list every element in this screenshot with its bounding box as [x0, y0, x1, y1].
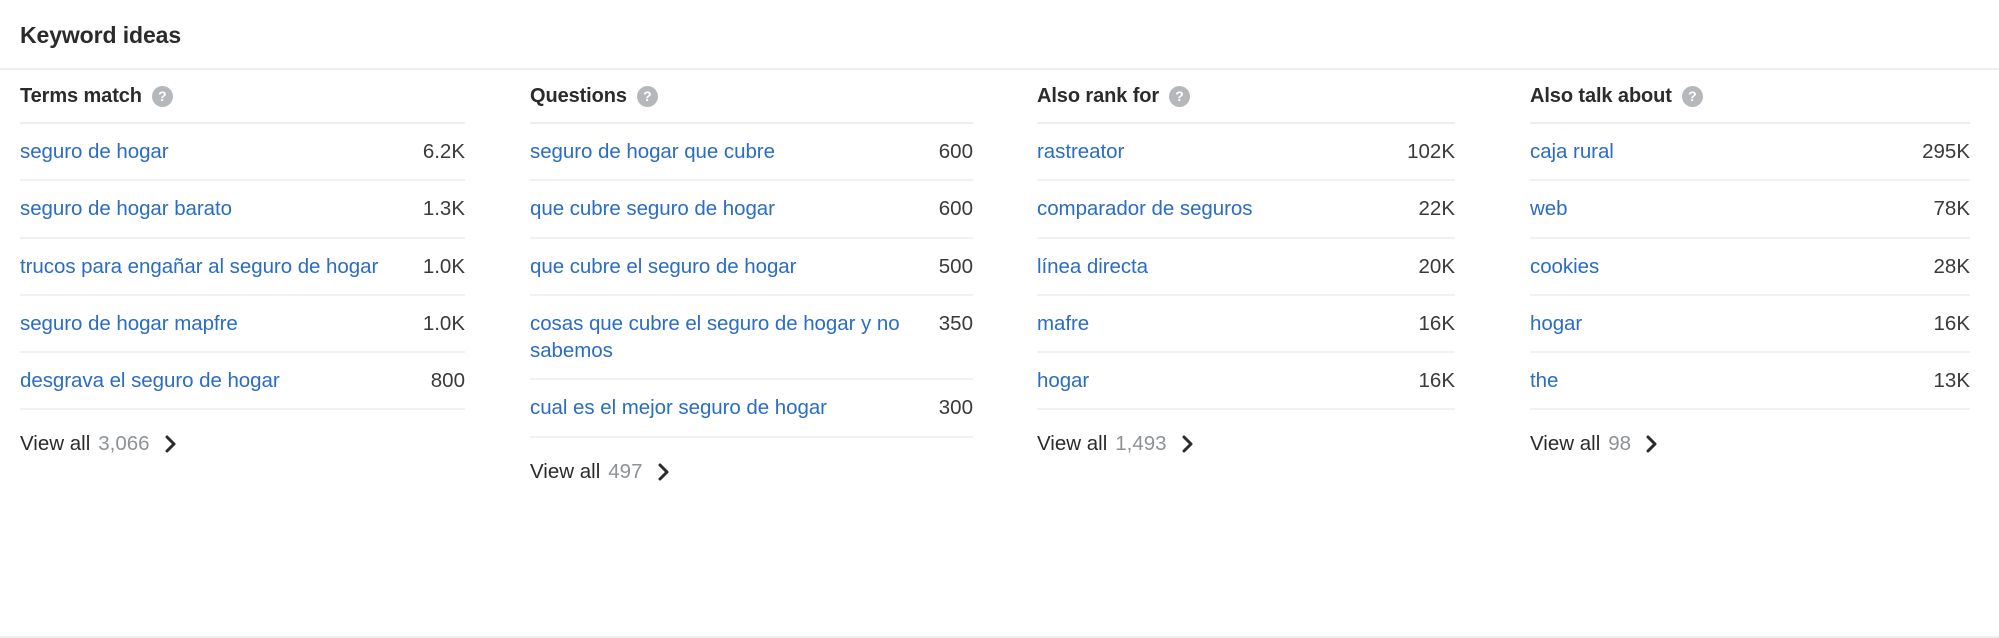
table-row[interactable]: seguro de hogar barato 1.3K	[20, 181, 465, 238]
chevron-right-icon	[1645, 435, 1659, 453]
keyword-link[interactable]: que cubre seguro de hogar	[530, 195, 939, 222]
keyword-volume: 28K	[1934, 253, 1970, 280]
view-all-link-terms-match[interactable]: View all 3,066	[20, 432, 178, 456]
keyword-volume: 78K	[1934, 195, 1970, 222]
keyword-link[interactable]: seguro de hogar barato	[20, 195, 423, 222]
keyword-volume: 16K	[1934, 310, 1970, 337]
table-row[interactable]: cual es el mejor seguro de hogar 300	[530, 380, 973, 437]
help-icon-glyph: ?	[1688, 89, 1697, 103]
column-also-talk-about: Also talk about ? caja rural 295K web 78…	[1500, 70, 1999, 484]
keyword-volume: 1.0K	[423, 310, 465, 337]
help-icon-glyph: ?	[643, 89, 652, 103]
view-all-count: 1,493	[1115, 432, 1166, 456]
table-row[interactable]: seguro de hogar mapfre 1.0K	[20, 296, 465, 353]
keyword-link[interactable]: que cubre el seguro de hogar	[530, 253, 939, 280]
keyword-volume: 800	[431, 367, 465, 394]
keyword-volume: 600	[939, 195, 973, 222]
keyword-link[interactable]: cosas que cubre el seguro de hogar y no …	[530, 310, 939, 365]
view-all-link-also-rank-for[interactable]: View all 1,493	[1037, 432, 1195, 456]
table-row[interactable]: web 78K	[1530, 181, 1970, 238]
view-all-count: 98	[1608, 432, 1631, 456]
keyword-link[interactable]: seguro de hogar	[20, 138, 423, 165]
view-all-label: View all	[530, 460, 600, 484]
keyword-link[interactable]: rastreator	[1037, 138, 1407, 165]
table-row[interactable]: seguro de hogar 6.2K	[20, 124, 465, 181]
table-row[interactable]: desgrava el seguro de hogar 800	[20, 353, 465, 410]
view-all-label: View all	[20, 432, 90, 456]
keyword-volume: 22K	[1419, 195, 1455, 222]
keyword-link[interactable]: mafre	[1037, 310, 1419, 337]
table-row[interactable]: seguro de hogar que cubre 600	[530, 124, 973, 181]
view-all-label: View all	[1037, 432, 1107, 456]
keyword-volume: 1.3K	[423, 195, 465, 222]
keyword-volume: 1.0K	[423, 253, 465, 280]
keyword-volume: 16K	[1419, 310, 1455, 337]
table-row[interactable]: que cubre el seguro de hogar 500	[530, 239, 973, 296]
keyword-volume: 300	[939, 394, 973, 421]
chevron-right-icon	[657, 463, 671, 481]
keyword-volume: 16K	[1419, 367, 1455, 394]
column-header-terms-match: Terms match ?	[20, 70, 465, 124]
keyword-volume: 600	[939, 138, 973, 165]
table-row[interactable]: hogar 16K	[1530, 296, 1970, 353]
keyword-link[interactable]: cual es el mejor seguro de hogar	[530, 394, 939, 421]
keyword-volume: 102K	[1407, 138, 1455, 165]
table-row[interactable]: cosas que cubre el seguro de hogar y no …	[530, 296, 973, 381]
table-row[interactable]: the 13K	[1530, 353, 1970, 410]
keyword-ideas-columns: Terms match ? seguro de hogar 6.2K segur…	[0, 70, 1999, 484]
view-all-count: 3,066	[98, 432, 149, 456]
keyword-link[interactable]: the	[1530, 367, 1934, 394]
keyword-link[interactable]: desgrava el seguro de hogar	[20, 367, 431, 394]
column-title: Also talk about	[1530, 85, 1672, 108]
table-row[interactable]: que cubre seguro de hogar 600	[530, 181, 973, 238]
column-header-also-talk-about: Also talk about ?	[1530, 70, 1970, 124]
keyword-link[interactable]: hogar	[1530, 310, 1934, 337]
table-row[interactable]: mafre 16K	[1037, 296, 1455, 353]
chevron-right-icon	[1181, 435, 1195, 453]
help-icon[interactable]: ?	[637, 86, 658, 107]
keyword-link[interactable]: web	[1530, 195, 1934, 222]
column-title: Also rank for	[1037, 85, 1159, 108]
column-title: Terms match	[20, 85, 142, 108]
table-row[interactable]: rastreator 102K	[1037, 124, 1455, 181]
view-all-count: 497	[608, 460, 642, 484]
table-row[interactable]: comparador de seguros 22K	[1037, 181, 1455, 238]
view-all-link-also-talk-about[interactable]: View all 98	[1530, 432, 1659, 456]
table-row[interactable]: cookies 28K	[1530, 239, 1970, 296]
help-icon[interactable]: ?	[1682, 86, 1703, 107]
help-icon-glyph: ?	[1175, 89, 1184, 103]
keyword-volume: 20K	[1419, 253, 1455, 280]
help-icon[interactable]: ?	[1169, 86, 1190, 107]
help-icon[interactable]: ?	[152, 86, 173, 107]
keyword-volume: 295K	[1922, 138, 1970, 165]
keyword-link[interactable]: línea directa	[1037, 253, 1419, 280]
table-row[interactable]: hogar 16K	[1037, 353, 1455, 410]
keyword-volume: 350	[939, 310, 973, 337]
keyword-ideas-card: Keyword ideas Terms match ? seguro de ho…	[0, 0, 1999, 638]
keyword-link[interactable]: comparador de seguros	[1037, 195, 1419, 222]
help-icon-glyph: ?	[158, 89, 167, 103]
column-header-questions: Questions ?	[530, 70, 973, 124]
keyword-link[interactable]: hogar	[1037, 367, 1419, 394]
column-also-rank-for: Also rank for ? rastreator 102K comparad…	[1010, 70, 1500, 484]
keyword-volume: 13K	[1934, 367, 1970, 394]
keyword-link[interactable]: trucos para engañar al seguro de hogar	[20, 253, 423, 280]
column-questions: Questions ? seguro de hogar que cubre 60…	[508, 70, 1010, 484]
column-header-also-rank-for: Also rank for ?	[1037, 70, 1455, 124]
keyword-volume: 500	[939, 253, 973, 280]
view-all-label: View all	[1530, 432, 1600, 456]
chevron-right-icon	[164, 435, 178, 453]
view-all-link-questions[interactable]: View all 497	[530, 460, 671, 484]
column-title: Questions	[530, 85, 627, 108]
keyword-volume: 6.2K	[423, 138, 465, 165]
keyword-link[interactable]: seguro de hogar mapfre	[20, 310, 423, 337]
table-row[interactable]: trucos para engañar al seguro de hogar 1…	[20, 239, 465, 296]
keyword-link[interactable]: cookies	[1530, 253, 1934, 280]
column-terms-match: Terms match ? seguro de hogar 6.2K segur…	[0, 70, 508, 484]
keyword-link[interactable]: seguro de hogar que cubre	[530, 138, 939, 165]
keyword-link[interactable]: caja rural	[1530, 138, 1922, 165]
table-row[interactable]: caja rural 295K	[1530, 124, 1970, 181]
page-title: Keyword ideas	[20, 22, 181, 49]
table-row[interactable]: línea directa 20K	[1037, 239, 1455, 296]
